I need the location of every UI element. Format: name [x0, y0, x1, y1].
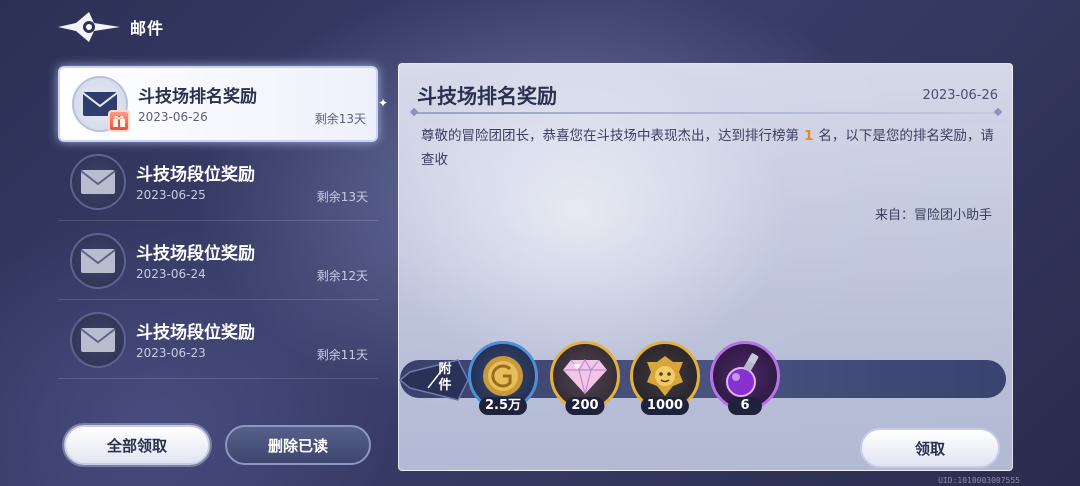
mail-date: 2023-06-23 — [136, 345, 206, 360]
claim-button[interactable]: 领取 — [860, 428, 1000, 468]
mail-title: 斗技场段位奖励 — [136, 164, 255, 185]
attachment-item[interactable]: 6 — [710, 341, 780, 415]
mail-list: 斗技场排名奖励 2023-06-26 剩余13天 ✦ 斗技场段位奖励 2023-… — [58, 66, 388, 379]
mail-title: 斗技场段位奖励 — [136, 322, 255, 343]
attachment-label-bottom: 件 — [438, 378, 452, 393]
mail-remaining: 剩余13天 — [316, 189, 368, 204]
detail-date: 2023-06-26 — [922, 88, 998, 103]
item-quantity: 6 — [728, 397, 762, 415]
mail-title: 斗技场排名奖励 — [138, 87, 257, 107]
uid-label: UID:1010003007555 — [938, 476, 1020, 485]
mail-date: 2023-06-24 — [136, 266, 206, 281]
attachment-item[interactable]: 200 — [550, 341, 620, 415]
envelope-icon — [70, 311, 126, 368]
body-text: 尊敬的冒险团团长，恭喜您在斗技场中表现杰出，达到排行榜第 — [421, 128, 799, 144]
mail-emblem-icon — [56, 10, 122, 44]
mail-item[interactable]: 斗技场段位奖励 2023-06-24 剩余12天 — [58, 222, 378, 300]
attachment-label: 附 件 — [430, 362, 460, 394]
mail-remaining: 剩余11天 — [316, 347, 368, 362]
envelope-icon — [70, 232, 126, 289]
divider — [413, 112, 999, 114]
gift-icon — [108, 110, 130, 132]
mail-date: 2023-06-25 — [136, 187, 206, 202]
rank-number: 1 — [804, 128, 814, 144]
item-quantity: 2.5万 — [478, 397, 528, 415]
attachment-item[interactable]: 2.5万 — [468, 341, 538, 415]
mail-date: 2023-06-26 — [138, 110, 208, 124]
envelope-icon — [70, 153, 126, 210]
detail-body: 尊敬的冒险团团长，恭喜您在斗技场中表现杰出，达到排行榜第 1 名，以下是您的排名奖励… — [421, 124, 996, 172]
mail-remaining: 剩余12天 — [316, 268, 368, 283]
item-quantity: 1000 — [640, 397, 690, 415]
detail-title: 斗技场排名奖励 — [417, 84, 557, 108]
attachment-label-top: 附 — [438, 362, 452, 377]
delete-read-button[interactable]: 删除已读 — [225, 425, 371, 465]
mail-item[interactable]: 斗技场段位奖励 2023-06-25 剩余13天 — [58, 143, 378, 221]
detail-sender: 来自：冒险团小助手 — [874, 208, 992, 223]
page-header: 邮件 — [56, 10, 164, 44]
envelope-icon — [72, 76, 130, 132]
claim-all-button[interactable]: 全部领取 — [64, 425, 210, 465]
attachment-item[interactable]: 1000 — [630, 341, 700, 415]
mail-remaining: 剩余13天 — [314, 112, 366, 126]
item-quantity: 200 — [565, 397, 605, 415]
sparkle-icon: ✦ — [377, 96, 388, 110]
mail-item[interactable]: 斗技场段位奖励 2023-06-23 剩余11天 — [58, 301, 378, 379]
mail-item-selected[interactable]: 斗技场排名奖励 2023-06-26 剩余13天 ✦ — [58, 66, 388, 142]
mail-title: 斗技场段位奖励 — [136, 243, 255, 264]
page-title: 邮件 — [130, 19, 165, 38]
